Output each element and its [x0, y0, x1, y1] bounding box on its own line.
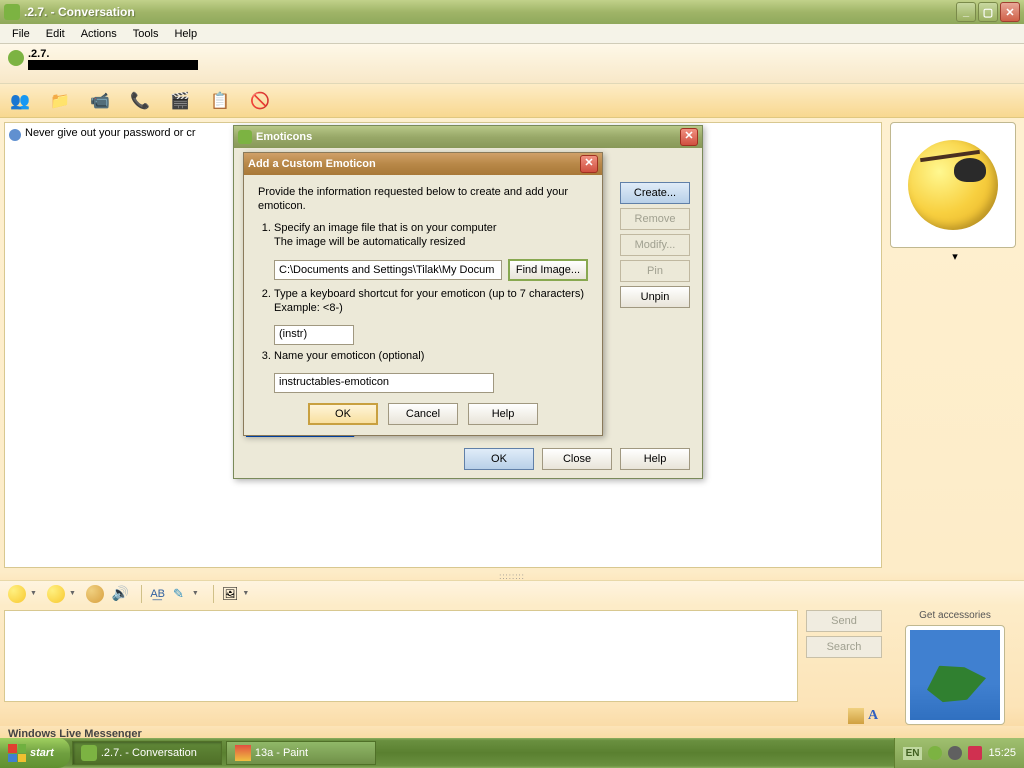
motocross-avatar-icon	[910, 630, 1000, 720]
contact-name: .2.7.	[8, 48, 1016, 60]
window-title: .2.7. - Conversation	[24, 5, 956, 19]
my-avatar[interactable]	[905, 625, 1005, 725]
font-button[interactable]: A͟B	[150, 588, 165, 600]
activities-icon[interactable]: 🎬	[168, 89, 192, 113]
contact-status-icon	[8, 50, 24, 66]
nudge-button[interactable]	[86, 585, 104, 603]
paint-icon	[235, 745, 251, 761]
add-dialog-close-button[interactable]: ✕	[580, 155, 598, 173]
packs-button[interactable]: 🖼	[222, 586, 239, 602]
menu-file[interactable]: File	[4, 26, 38, 42]
chevron-down-icon[interactable]: ▼	[192, 590, 199, 597]
add-dialog-title: Add a Custom Emoticon	[248, 158, 580, 170]
minimize-button[interactable]: _	[956, 2, 976, 22]
app-icon	[4, 4, 20, 20]
voice-call-icon[interactable]: 📞	[128, 89, 152, 113]
add-ok-button[interactable]: OK	[308, 403, 378, 425]
pirate-emoticon-icon	[908, 140, 998, 230]
emoticons-dialog-title: Emoticons	[256, 131, 680, 143]
background-button[interactable]: ✎	[173, 586, 184, 602]
msn-icon	[238, 130, 252, 144]
windows-logo-icon	[8, 744, 26, 762]
emoticons-close-button[interactable]: ✕	[680, 128, 698, 146]
conversation-toolbar: 👥 📁 📹 📞 🎬 📋 🚫	[0, 84, 1024, 118]
contact-header: .2.7.	[0, 44, 1024, 84]
video-call-icon[interactable]: 📹	[88, 89, 112, 113]
taskbar-item-paint[interactable]: 13a - Paint	[226, 741, 376, 765]
menu-edit[interactable]: Edit	[38, 26, 73, 42]
remove-button: Remove	[620, 208, 690, 230]
search-button[interactable]: Search	[806, 636, 882, 658]
add-emoticon-dialog: Add a Custom Emoticon ✕ Provide the info…	[243, 152, 603, 436]
block-icon[interactable]: 🚫	[248, 89, 272, 113]
add-help-button[interactable]: Help	[468, 403, 538, 425]
unpin-button[interactable]: Unpin	[620, 286, 690, 308]
tray-volume-icon[interactable]	[948, 746, 962, 760]
contact-email-redacted	[28, 60, 198, 70]
chat-warning-text: Never give out your password or cr	[25, 127, 196, 139]
splitter[interactable]: ::::::::	[0, 572, 1024, 580]
step-2: Type a keyboard shortcut for your emotic…	[274, 287, 588, 315]
info-icon	[9, 129, 21, 141]
share-files-icon[interactable]: 📁	[48, 89, 72, 113]
menu-help[interactable]: Help	[166, 26, 205, 42]
avatar-expand-button[interactable]: ▾	[890, 250, 1020, 263]
accessories-link[interactable]: Get accessories	[890, 610, 1020, 621]
system-tray: EN 15:25	[894, 738, 1024, 768]
font-format-icon[interactable]: A	[868, 708, 884, 724]
add-cancel-button[interactable]: Cancel	[388, 403, 458, 425]
step-1: Specify an image file that is on your co…	[274, 221, 588, 249]
contact-avatar[interactable]	[890, 122, 1016, 248]
emoticons-close-btn[interactable]: Close	[542, 448, 612, 470]
window-titlebar: .2.7. - Conversation _ ▢ ✕	[0, 0, 1024, 24]
maximize-button[interactable]: ▢	[978, 2, 998, 22]
chevron-down-icon[interactable]: ▼	[69, 590, 76, 597]
modify-button: Modify...	[620, 234, 690, 256]
taskbar: start .2.7. - Conversation 13a - Paint E…	[0, 738, 1024, 768]
start-button[interactable]: start	[0, 738, 70, 768]
menu-actions[interactable]: Actions	[73, 26, 125, 42]
wink-button[interactable]	[47, 585, 65, 603]
image-path-field[interactable]: C:\Documents and Settings\Tilak\My Docum	[274, 260, 502, 280]
msn-icon	[81, 745, 97, 761]
add-intro-text: Provide the information requested below …	[258, 185, 588, 213]
emoticon-button[interactable]	[8, 585, 26, 603]
find-image-button[interactable]: Find Image...	[508, 259, 588, 281]
tray-app-icon[interactable]	[968, 746, 982, 760]
invite-icon[interactable]: 👥	[8, 89, 32, 113]
close-button[interactable]: ✕	[1000, 2, 1020, 22]
compose-toolbar: ▼ ▼ 🔊 A͟B ✎▼ 🖼▼	[0, 580, 1024, 606]
chevron-down-icon[interactable]: ▼	[242, 590, 249, 597]
tray-msn-icon[interactable]	[928, 746, 942, 760]
voice-clip-button[interactable]: 🔊	[112, 585, 129, 602]
pin-button: Pin	[620, 260, 690, 282]
message-input[interactable]	[4, 610, 798, 702]
menubar: File Edit Actions Tools Help	[0, 24, 1024, 44]
edit-icon[interactable]	[848, 708, 864, 724]
clock[interactable]: 15:25	[988, 747, 1016, 759]
chevron-down-icon[interactable]: ▼	[30, 590, 37, 597]
games-icon[interactable]: 📋	[208, 89, 232, 113]
emoticons-ok-button[interactable]: OK	[464, 448, 534, 470]
language-indicator[interactable]: EN	[903, 747, 923, 760]
taskbar-item-conversation[interactable]: .2.7. - Conversation	[72, 741, 222, 765]
emoticons-help-button[interactable]: Help	[620, 448, 690, 470]
step-3: Name your emoticon (optional)	[274, 349, 588, 363]
send-button[interactable]: Send	[806, 610, 882, 632]
menu-tools[interactable]: Tools	[125, 26, 167, 42]
emoticon-name-input[interactable]: instructables-emoticon	[274, 373, 494, 393]
create-button[interactable]: Create...	[620, 182, 690, 204]
shortcut-input[interactable]: (instr)	[274, 325, 354, 345]
